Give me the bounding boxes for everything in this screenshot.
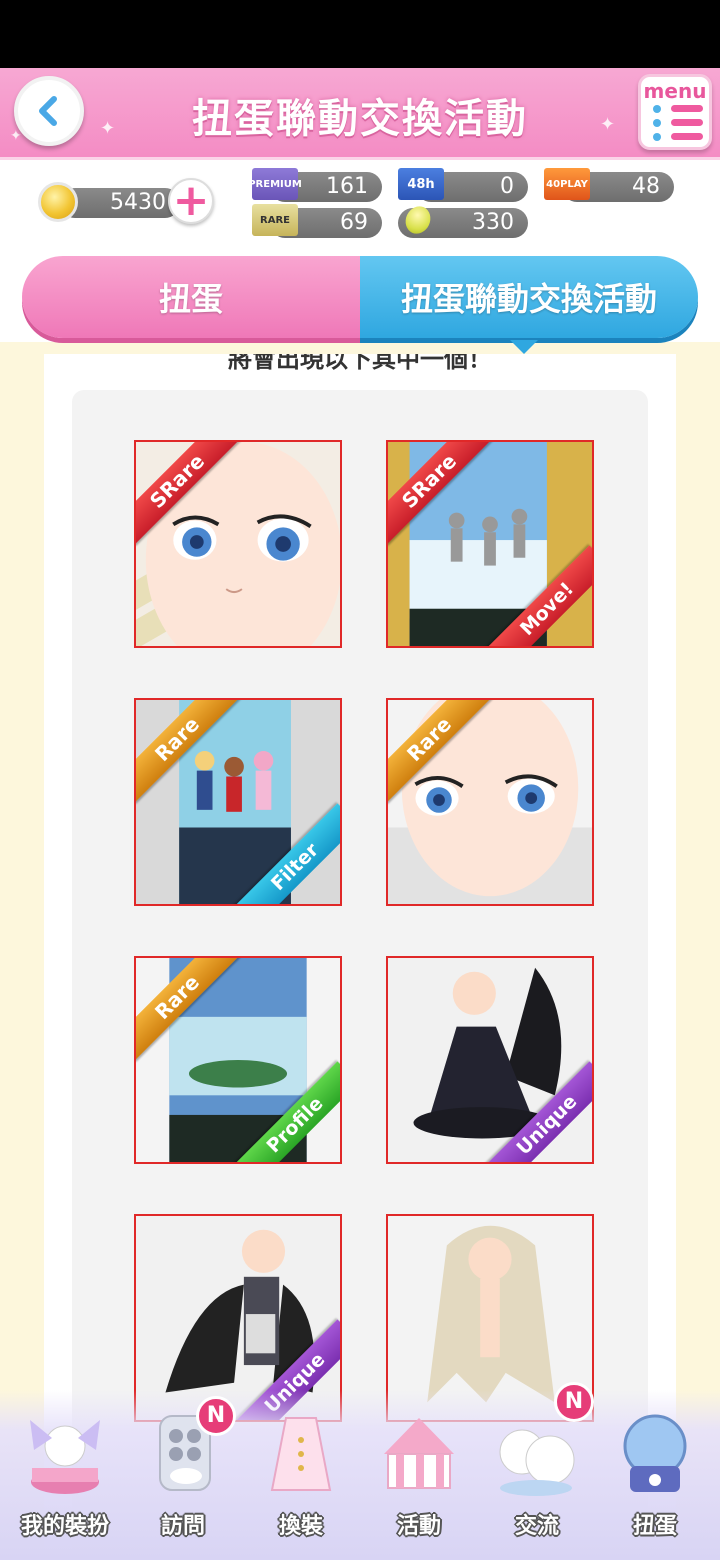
- nav-label: 我的裝扮: [20, 1514, 109, 1539]
- gacha-machine-icon: [623, 1414, 687, 1492]
- rare-ticket-icon: RARE: [252, 204, 298, 236]
- circus-tent-icon: [384, 1418, 454, 1489]
- menu-icon: [653, 105, 661, 113]
- nav-gacha[interactable]: 扭蛋: [596, 1390, 714, 1560]
- new-badge: N: [196, 1396, 236, 1436]
- nav-label: 交流: [514, 1514, 559, 1539]
- tab-gacha[interactable]: 扭蛋: [22, 256, 360, 338]
- menu-label: menu: [643, 79, 707, 103]
- back-button[interactable]: [14, 76, 84, 146]
- add-coins-button[interactable]: +: [168, 178, 214, 224]
- menu-icon-line: [671, 105, 703, 112]
- nav-dress-up[interactable]: 換裝: [242, 1390, 360, 1560]
- new-badge: N: [554, 1382, 594, 1422]
- prize-item[interactable]: Rare: [386, 698, 594, 906]
- nav-label: 換裝: [278, 1514, 323, 1539]
- prize-item[interactable]: Unique: [386, 956, 594, 1164]
- coin-icon: [38, 182, 78, 222]
- closet-icon: [30, 1420, 100, 1494]
- prize-item[interactable]: Rare Filter: [134, 698, 342, 906]
- dress-icon: [270, 1417, 332, 1491]
- app-screen: ✦ ✦ ✦ 扭蛋聯動交換活動 menu 5430 + 161 PREMIUM 0…: [0, 68, 720, 1560]
- nav-label: 扭蛋: [632, 1514, 677, 1539]
- bottom-nav: 我的裝扮 N 訪問 換裝 活動 N 交流 扭蛋: [0, 1382, 720, 1560]
- menu-icon-line: [671, 133, 703, 140]
- star-decoration: ✦: [600, 114, 616, 135]
- nav-events[interactable]: 活動: [360, 1390, 478, 1560]
- premium-ticket-icon: PREMIUM: [248, 168, 302, 200]
- menu-icon-dot: [653, 119, 661, 127]
- nav-my-outfit[interactable]: 我的裝扮: [6, 1390, 124, 1560]
- nav-visit[interactable]: N 訪問: [124, 1390, 242, 1560]
- nav-label: 訪問: [160, 1514, 205, 1539]
- notice-text: 將會出現以下其中一個！: [228, 354, 492, 373]
- tab-gacha-exchange[interactable]: 扭蛋聯動交換活動: [360, 256, 698, 354]
- menu-icon-dot: [653, 133, 661, 141]
- friends-icon: [499, 1429, 575, 1496]
- prize-item[interactable]: Rare Profile: [134, 956, 342, 1164]
- nav-label: 活動: [396, 1514, 441, 1539]
- header-bar: ✦ ✦ ✦ 扭蛋聯動交換活動 menu: [0, 68, 720, 160]
- menu-button[interactable]: menu: [638, 74, 712, 150]
- ticket-40play-icon: 40PLAY: [544, 168, 590, 200]
- page-title: 扭蛋聯動交換活動: [192, 96, 528, 142]
- star-decoration: ✦: [100, 118, 116, 139]
- tab-bar: 扭蛋 扭蛋聯動交換活動: [22, 256, 698, 354]
- coin-count: 5430: [60, 188, 180, 218]
- nav-social[interactable]: N 交流: [478, 1382, 596, 1560]
- chevron-left-icon: [39, 96, 57, 126]
- menu-icon-line: [671, 119, 703, 126]
- ticket-48h-icon: 48h: [398, 168, 444, 200]
- prize-item[interactable]: SRare Move!: [386, 440, 594, 648]
- status-bar: [0, 0, 720, 68]
- prize-item[interactable]: SRare: [134, 440, 342, 648]
